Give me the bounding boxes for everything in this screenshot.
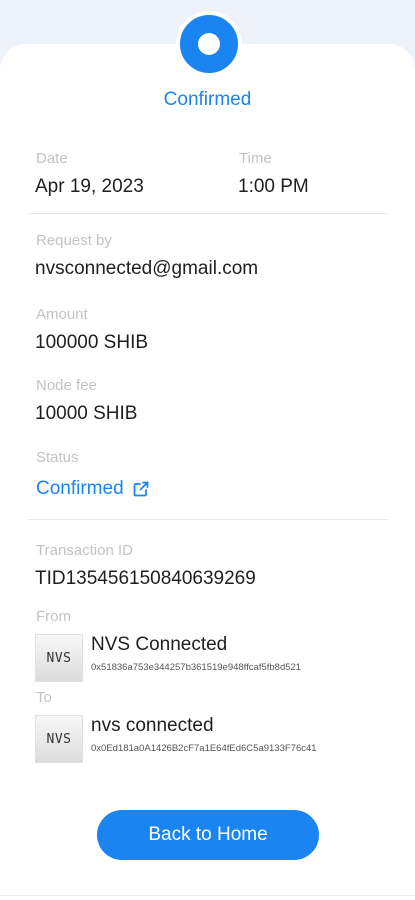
to-logo: NVS [35, 715, 83, 763]
to-label: To [36, 689, 52, 706]
transaction-card [0, 44, 415, 900]
status-title: Confirmed [163, 89, 252, 110]
from-party: NVS NVS Connected 0x51836a753e344257b361… [35, 634, 395, 682]
back-to-home-button[interactable]: Back to Home [97, 810, 319, 860]
request-value: nvsconnected@gmail.com [35, 258, 259, 279]
to-address: 0x0Ed181a0A1426B2cF7a1E64fEd6C5a9133F76c… [91, 743, 317, 754]
txid-value: TID135456150840639269 [35, 568, 256, 589]
amount-value: 100000 SHIB [35, 332, 149, 353]
status-link-text: Confirmed [36, 478, 124, 499]
from-address: 0x51836a753e344257b361519e948ffcaf5fb8d5… [91, 662, 302, 673]
fee-label: Node fee [36, 377, 97, 394]
status-label: Status [36, 449, 79, 466]
fee-value: 10000 SHIB [35, 403, 138, 424]
time-label: Time [239, 150, 272, 167]
status-circle-icon [176, 11, 242, 77]
from-name: NVS Connected [91, 634, 228, 655]
external-link-icon [133, 481, 149, 497]
status-link[interactable]: Confirmed [36, 478, 150, 500]
to-party: NVS nvs connected 0x0Ed181a0A1426B2cF7a1… [35, 715, 395, 763]
time-value: 1:00 PM [238, 176, 309, 197]
from-logo: NVS [35, 634, 83, 682]
from-label: From [36, 608, 71, 625]
date-value: Apr 19, 2023 [35, 176, 144, 197]
txid-label: Transaction ID [36, 542, 133, 559]
to-name: nvs connected [91, 715, 214, 736]
request-label: Request by [36, 232, 112, 249]
status-circle-inner [198, 33, 220, 55]
bottom-divider [0, 895, 415, 896]
divider [28, 213, 388, 214]
date-label: Date [36, 150, 68, 167]
amount-label: Amount [36, 306, 88, 323]
divider [28, 519, 388, 520]
